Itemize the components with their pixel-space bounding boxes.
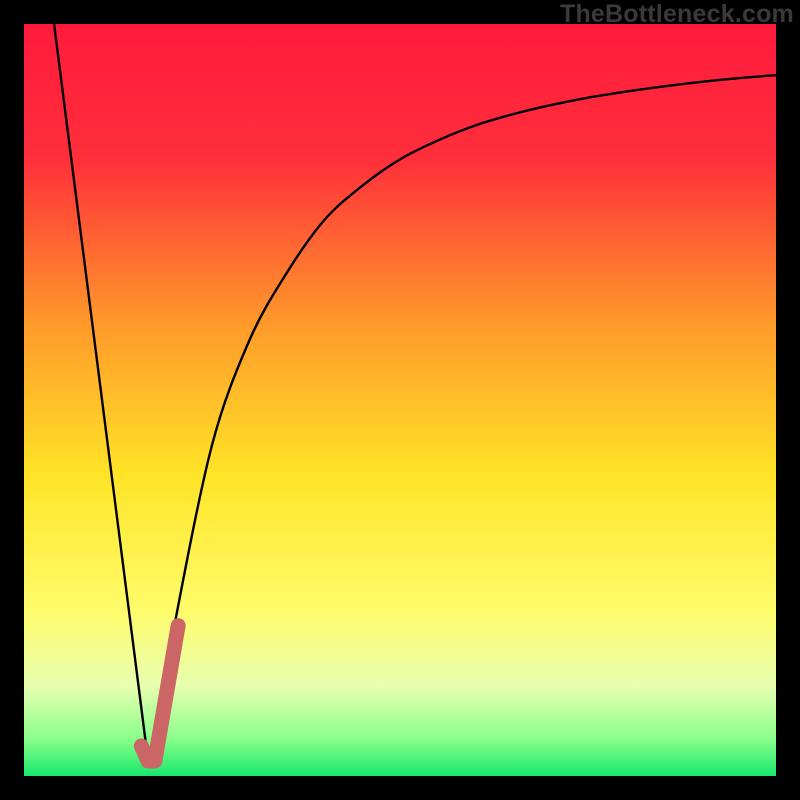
plot-area — [24, 24, 776, 776]
bottleneck-chart — [24, 24, 776, 776]
watermark-text: TheBottleneck.com — [560, 0, 794, 29]
chart-frame: TheBottleneck.com — [0, 0, 800, 800]
